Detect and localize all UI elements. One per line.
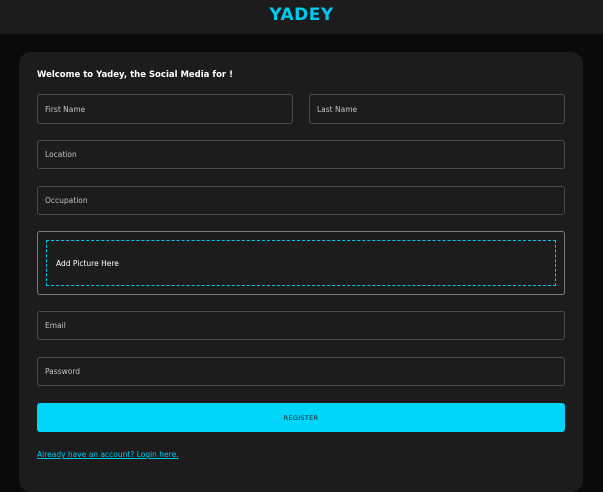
register-button[interactable]: REGISTER	[37, 403, 565, 432]
brand-logo[interactable]: YADEY	[269, 5, 333, 25]
picture-dropzone[interactable]: Add Picture Here	[37, 231, 565, 295]
location-input[interactable]	[37, 140, 565, 169]
password-input[interactable]	[37, 357, 565, 386]
email-input[interactable]	[37, 311, 565, 340]
occupation-input[interactable]	[37, 186, 565, 215]
picture-dropzone-label: Add Picture Here	[56, 258, 119, 268]
top-navbar: YADEY	[0, 0, 603, 34]
login-link[interactable]: Already have an account? Login here.	[37, 450, 179, 459]
first-name-input[interactable]	[37, 94, 293, 124]
picture-dropzone-area[interactable]: Add Picture Here	[46, 240, 556, 286]
welcome-heading: Welcome to Yadey, the Social Media for !	[37, 70, 233, 80]
last-name-input[interactable]	[309, 94, 565, 124]
